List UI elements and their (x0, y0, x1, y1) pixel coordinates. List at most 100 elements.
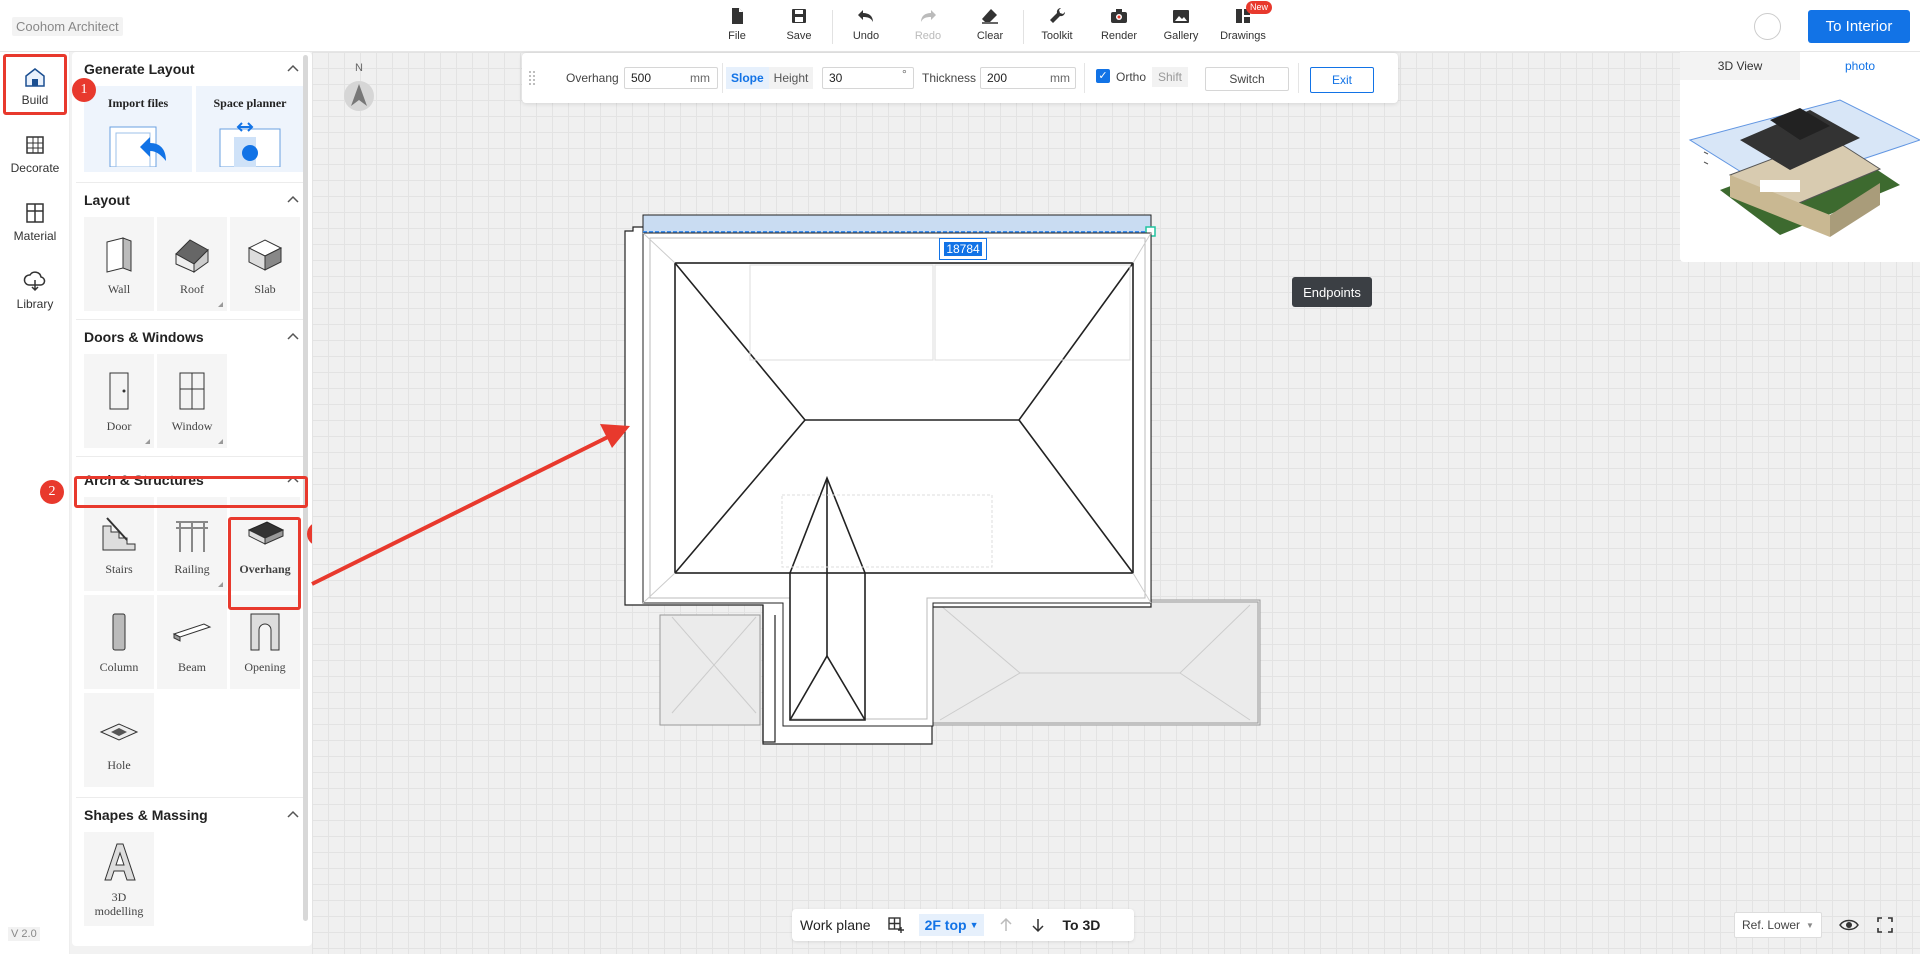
render-button[interactable]: Render (1088, 6, 1150, 48)
3d-modelling-tile[interactable]: 3D modelling (84, 832, 154, 926)
eye-icon (1839, 919, 1859, 931)
toolbar-divider (1023, 10, 1024, 44)
space-planner-tile[interactable]: Space planner (196, 86, 304, 172)
divider (76, 456, 308, 457)
column-label: Column (99, 659, 139, 674)
slope-angle-input[interactable]: 30 (822, 67, 914, 89)
slab-tile[interactable]: Slab (230, 217, 300, 311)
shift-key-hint: Shift (1152, 67, 1189, 87)
3d-preview-panel: 3D View photo (1680, 52, 1920, 262)
undo-button[interactable]: Undo (835, 6, 897, 48)
build-highlight (3, 54, 67, 115)
drag-handle-icon[interactable] (528, 70, 536, 86)
import-files-tile[interactable]: Import files (84, 86, 192, 172)
grid-button[interactable] (879, 909, 913, 941)
step-marker: 2 (40, 480, 64, 504)
compass: N (343, 62, 375, 122)
fullscreen-button[interactable] (1872, 912, 1898, 938)
ref-lower-value: Ref. Lower (1742, 918, 1801, 932)
section-layout[interactable]: Layout (72, 183, 312, 217)
slope-option[interactable]: Slope (726, 67, 769, 89)
toolkit-button[interactable]: Toolkit (1026, 6, 1088, 48)
rail-label-material: Material (13, 229, 57, 243)
step-marker: 1 (72, 78, 96, 102)
gallery-label: Gallery (1163, 30, 1199, 42)
work-plane-label: Work plane (800, 917, 871, 933)
drawings-label: Drawings (1220, 30, 1266, 42)
slope-height-toggle: Slope Height (726, 67, 814, 89)
rail-item-material[interactable]: Material (0, 188, 70, 256)
level-select-value: 2F top (924, 917, 967, 933)
hole-icon (99, 722, 139, 741)
column-icon (112, 613, 126, 650)
section-shapes-massing[interactable]: Shapes & Massing (72, 798, 312, 832)
height-option[interactable]: Height (768, 67, 814, 89)
dimension-label[interactable]: 18784 (939, 238, 987, 260)
import-files-icon (109, 126, 166, 167)
window-label: Window (171, 418, 213, 433)
slab-label: Slab (254, 281, 276, 296)
visibility-button[interactable] (1836, 912, 1862, 938)
exit-button[interactable]: Exit (1310, 67, 1374, 93)
window-icon (179, 372, 205, 409)
redo-icon (921, 10, 936, 22)
stairs-tile[interactable]: Stairs (84, 497, 154, 591)
level-up-button[interactable] (990, 909, 1022, 941)
letter-a-icon (104, 843, 136, 881)
clear-button[interactable]: Clear (959, 6, 1021, 48)
overhang-property-bar: Overhang 500 mm Slope Height 30 ° Thickn… (522, 53, 1398, 103)
redo-button[interactable]: Redo (897, 6, 959, 48)
section-doors-windows[interactable]: Doors & Windows (72, 320, 312, 354)
wall-tile[interactable]: Wall (84, 217, 154, 311)
level-down-button[interactable] (1022, 909, 1054, 941)
overhang-value: 500 (631, 71, 652, 85)
overhang-unit: mm (690, 71, 710, 85)
slope-angle-value: 30 (829, 71, 843, 85)
arrow-down-icon (1032, 919, 1045, 933)
hole-tile[interactable]: Hole (84, 693, 154, 787)
window-tile[interactable]: Window (157, 354, 227, 448)
door-tile[interactable]: Door (84, 354, 154, 448)
chevron-up-icon (287, 195, 299, 203)
roof-icon (175, 238, 209, 273)
section-title: Doors & Windows (84, 329, 204, 345)
section-generate-layout[interactable]: Generate Layout (72, 52, 312, 86)
space-planner-label: Space planner (213, 96, 287, 110)
annotation-arrow (311, 424, 630, 586)
switch-button[interactable]: Switch (1205, 67, 1289, 91)
to-interior-button[interactable]: To Interior (1808, 10, 1910, 43)
rail-item-library[interactable]: Library (0, 256, 70, 324)
tab-photo[interactable]: photo (1800, 52, 1920, 80)
eraser-icon (982, 9, 998, 24)
clear-label: Clear (976, 30, 1004, 42)
level-select[interactable]: 2F top ▼ (918, 914, 985, 936)
ortho-checkbox[interactable]: ✓ (1096, 69, 1110, 83)
caret-down-icon: ▼ (969, 920, 979, 930)
layout-grid: Wall Roof Slab (72, 217, 312, 311)
section-title: Generate Layout (84, 61, 195, 77)
slab-icon (247, 238, 283, 271)
endpoints-tooltip: Endpoints (1292, 277, 1372, 307)
roof-tile[interactable]: Roof (157, 217, 227, 311)
tab-3d-view[interactable]: 3D View (1680, 52, 1800, 80)
hole-label: Hole (107, 757, 131, 772)
thickness-value: 200 (987, 71, 1008, 85)
toolbar-divider (832, 10, 833, 44)
rail-item-decorate[interactable]: Decorate (0, 120, 70, 188)
beam-tile[interactable]: Beam (157, 595, 227, 689)
drawings-button[interactable]: Drawings New (1212, 1, 1274, 48)
wall-label: Wall (107, 281, 131, 296)
import-files-label: Import files (107, 96, 169, 110)
save-button[interactable]: Save (768, 6, 830, 48)
to-3d-button[interactable]: To 3D (1054, 909, 1108, 941)
opening-label: Opening (244, 659, 286, 674)
railing-tile[interactable]: Railing (157, 497, 227, 591)
gallery-button[interactable]: Gallery (1150, 6, 1212, 48)
overhang-field-label: Overhang (566, 71, 619, 85)
avatar[interactable] (1754, 13, 1781, 40)
railing-label: Railing (174, 561, 210, 576)
column-tile[interactable]: Column (84, 595, 154, 689)
file-button[interactable]: File (706, 6, 768, 48)
ref-lower-select[interactable]: Ref. Lower ▼ (1734, 912, 1822, 938)
fullscreen-icon (1877, 917, 1893, 933)
